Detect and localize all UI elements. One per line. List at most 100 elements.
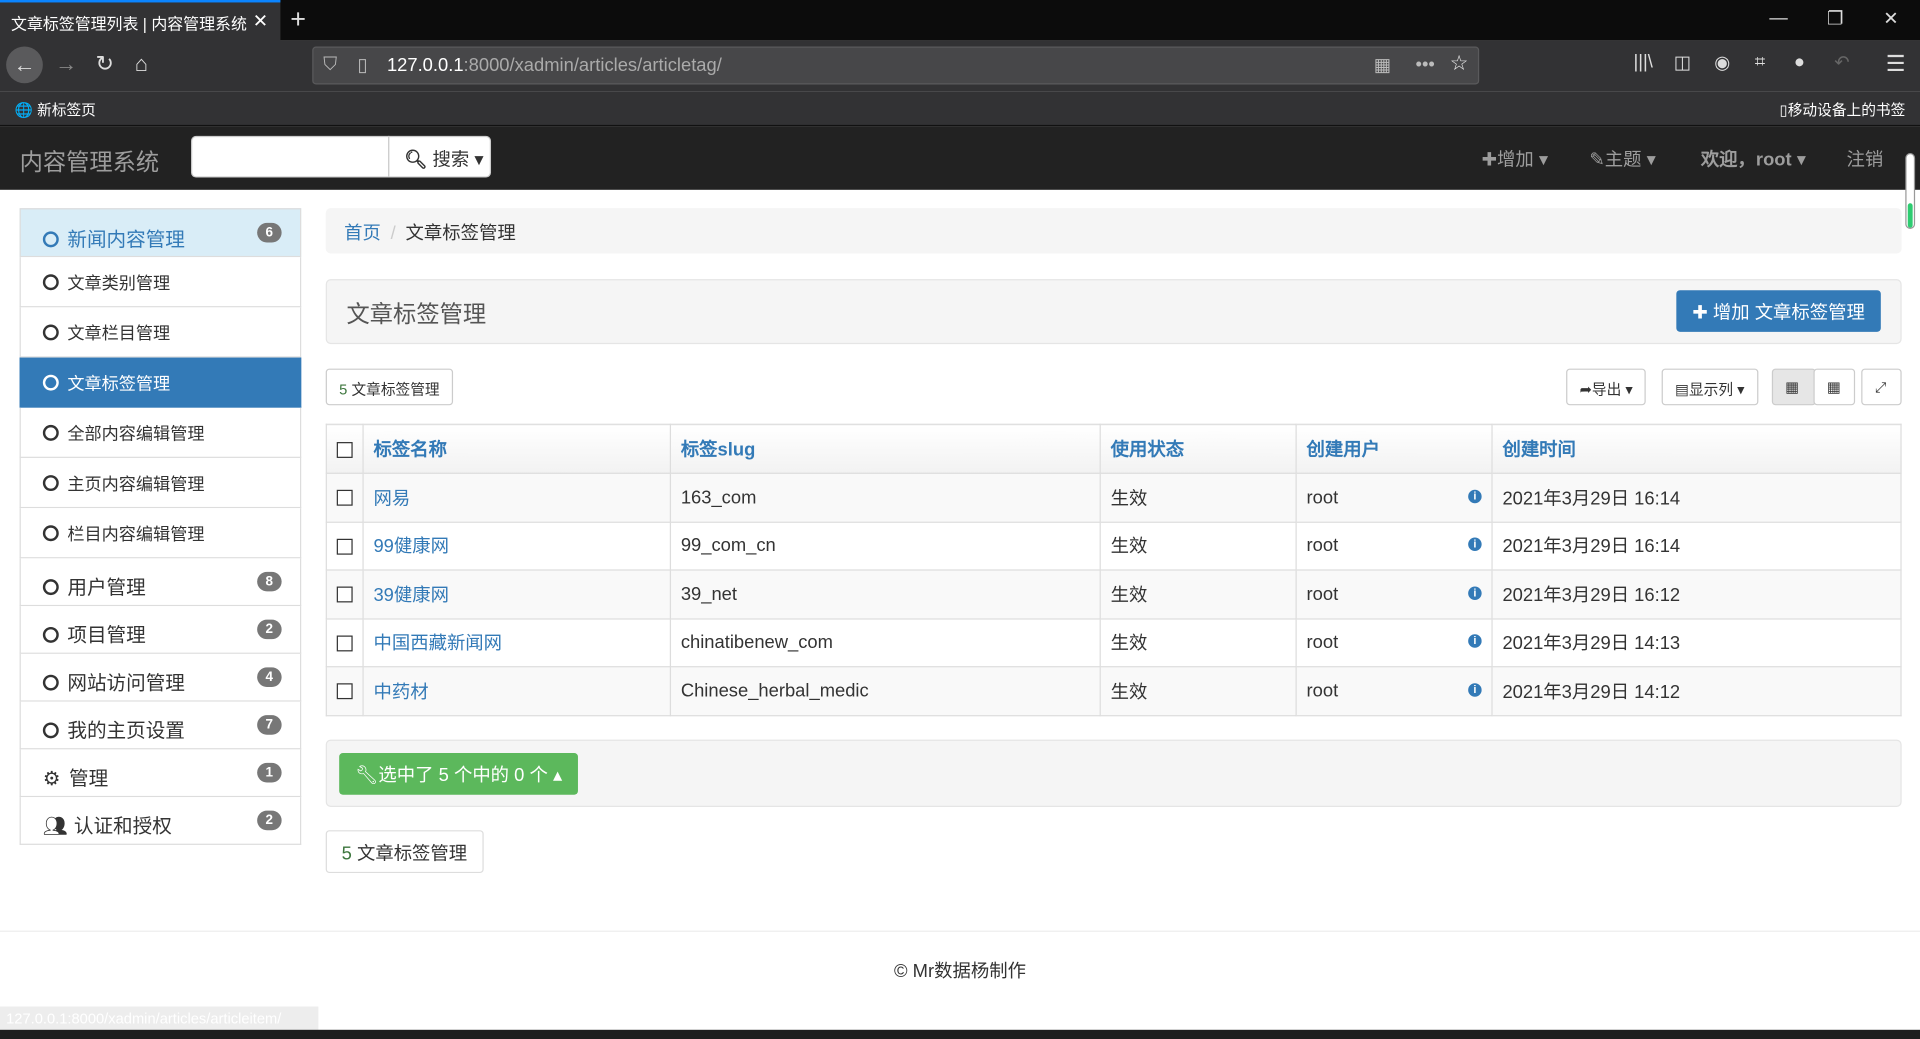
label: 文章栏目管理 [67,323,171,343]
new-tab-icon[interactable]: + [290,4,306,36]
tag-created: 2021年3月29日 16:14 [1491,472,1902,523]
minimize-icon[interactable]: — [1769,7,1787,28]
sidebar-item-admin[interactable]: ⚙ 管理 1 [19,749,302,798]
tag-name-link[interactable]: 中国西藏新闻网 [373,633,502,654]
info-icon[interactable]: i [1468,489,1482,503]
col-slug[interactable]: 标签slug [669,423,1101,474]
browser-tab[interactable]: 文章标签管理列表 | 内容管理系统 ✕ [0,0,281,41]
action-bar: 🔧︎选中了 5 个中的 0 个 ▴ [325,739,1902,807]
sidebar-item-all-content[interactable]: 全部内容编辑管理 [19,407,302,458]
row-checkbox[interactable] [336,683,353,700]
tag-user: root [1306,632,1339,653]
sidebar-item-tag[interactable]: 文章标签管理 [19,357,302,408]
star-icon[interactable]: ☆ [1450,51,1469,75]
table-row: 中国西藏新闻网 chinatibenew_com 生效 root i 2021年3… [325,617,1902,668]
info-icon[interactable]: i [1468,682,1482,697]
scrollbar[interactable] [1905,153,1916,229]
tag-name-link[interactable]: 99健康网 [373,537,449,558]
sidebar-item-users[interactable]: 用户管理 8 [19,558,302,607]
brand[interactable]: 内容管理系统 [20,144,160,177]
result-count: 5 文章标签管理 [325,368,454,406]
table-header: 标签名称 标签slug 使用状态 创建用户 创建时间 [325,423,1902,474]
grid-view-button[interactable]: ▦ [1771,368,1816,406]
row-checkbox[interactable] [336,538,353,555]
col-user[interactable]: 创建用户 [1295,423,1493,474]
add-menu[interactable]: ✚增加 ▾ [1482,146,1548,172]
sidebar-item-news[interactable]: 新闻内容管理 6 [19,208,302,258]
restore-icon[interactable]: ❐ [1827,7,1843,30]
bookmark-label: 移动设备上的书签 [1787,101,1906,119]
table-row: 网易 163_com 生效 root i 2021年3月29日 16:14 [325,472,1902,523]
search-input[interactable] [191,135,390,178]
col-time[interactable]: 创建时间 [1491,423,1902,474]
columns-button[interactable]: ▤显示列 ▾ [1661,368,1759,406]
url-bar[interactable]: ⛉ ▯ 127.0.0.1:8000/xadmin/articles/artic… [312,46,1480,85]
info-icon[interactable]: i [1468,634,1482,649]
sidebar-item-category[interactable]: 文章类别管理 [19,257,302,308]
qr-icon[interactable]: ▦ [1374,54,1391,76]
close-tab-icon[interactable]: ✕ [253,10,268,32]
actions-label: 选中了 5 个中的 0 个 [378,765,548,787]
tab-title: 文章标签管理列表 | 内容管理系统 [11,14,247,34]
screenshot-icon[interactable]: ⌗ [1755,51,1765,72]
reload-icon[interactable]: ↻ [96,51,114,77]
sidebar-item-column-content[interactable]: 栏目内容编辑管理 [19,508,302,559]
taskbar [0,1029,1920,1039]
row-checkbox[interactable] [336,635,353,652]
user-menu[interactable]: 欢迎，root ▾ [1701,146,1806,172]
sidebar-item-column[interactable]: 文章栏目管理 [19,307,302,358]
users-icon: 👥︎ [42,816,68,838]
more-icon[interactable]: ••• [1416,54,1435,75]
tag-status: 生效 [1099,521,1297,571]
sidebar: 新闻内容管理 6 文章类别管理 文章栏目管理 文章标签管理 全部内容编辑管理 主页… [19,208,302,845]
home-icon[interactable]: ⌂ [135,51,148,77]
search-button[interactable]: 🔍︎ 搜索 ▾ [388,135,492,178]
sidebar-item-home-content[interactable]: 主页内容编辑管理 [19,457,302,509]
row-checkbox[interactable] [336,490,353,507]
actions-button[interactable]: 🔧︎选中了 5 个中的 0 个 ▴ [339,753,579,795]
tag-user: root [1306,535,1339,557]
info-icon[interactable]: i [1468,537,1482,552]
bookmark-mobile[interactable]: ▯移动设备上的书签 [1780,99,1906,120]
sidebar-item-visits[interactable]: 网站访问管理 4 [19,653,302,702]
tag-created: 2021年3月29日 14:12 [1491,666,1902,716]
page-icon: ▯ [357,55,368,76]
logout-link[interactable]: 注销 [1847,146,1884,172]
undo-icon[interactable]: ↶ [1834,51,1849,74]
menu-icon[interactable]: ☰ [1886,51,1906,77]
fullscreen-button[interactable]: ⤢ [1861,368,1902,406]
forward-icon[interactable]: → [55,51,77,77]
count-label: 文章标签管理 [351,380,440,398]
sidebar-item-homepage[interactable]: 我的主页设置 7 [19,701,302,750]
account-icon[interactable]: ◉ [1714,51,1730,74]
col-status[interactable]: 使用状态 [1099,423,1297,474]
back-icon[interactable]: ← [6,46,43,84]
sidebar-icon[interactable]: ◫ [1674,51,1691,74]
tag-name-link[interactable]: 39健康网 [373,585,449,606]
url-path: :8000/xadmin/articles/articletag/ [463,55,722,76]
col-name[interactable]: 标签名称 [362,423,672,474]
bookmark-new-tab[interactable]: 🌐 新标签页 [15,99,96,120]
theme-menu[interactable]: ✎主题 ▾ [1589,146,1655,172]
add-tag-button[interactable]: ✚ 增加 文章标签管理 [1676,290,1881,332]
label: 项目管理 [67,625,146,647]
thumb-view-button[interactable]: ▦ [1813,368,1856,406]
library-icon[interactable]: |||\ [1633,51,1652,72]
info-icon[interactable]: i [1468,586,1482,600]
chat-icon[interactable]: ● [1794,51,1805,72]
breadcrumb: 首页 / 文章标签管理 [325,208,1902,254]
tag-name-link[interactable]: 中药材 [373,682,428,703]
tag-name-link[interactable]: 网易 [373,488,410,509]
export-button[interactable]: ➦导出 ▾ [1566,368,1647,406]
theme-label: 主题 [1604,149,1642,171]
sidebar-item-projects[interactable]: 项目管理 2 [19,606,302,654]
breadcrumb-home[interactable]: 首页 [344,223,381,244]
close-window-icon[interactable]: ✕ [1883,7,1898,30]
sidebar-item-auth[interactable]: 👥︎ 认证和授权 2 [19,797,302,845]
tags-table: 标签名称 标签slug 使用状态 创建用户 创建时间 网易 163_com 生效… [325,423,1902,716]
tag-user-cell: root i [1295,521,1493,571]
label: 文章类别管理 [67,273,171,293]
select-all-checkbox[interactable] [336,441,353,458]
browser-window: 文章标签管理列表 | 内容管理系统 ✕ + — ❐ ✕ ← → ↻ ⌂ ⛉ ▯ 1… [0,0,1920,1039]
row-checkbox[interactable] [336,586,353,603]
